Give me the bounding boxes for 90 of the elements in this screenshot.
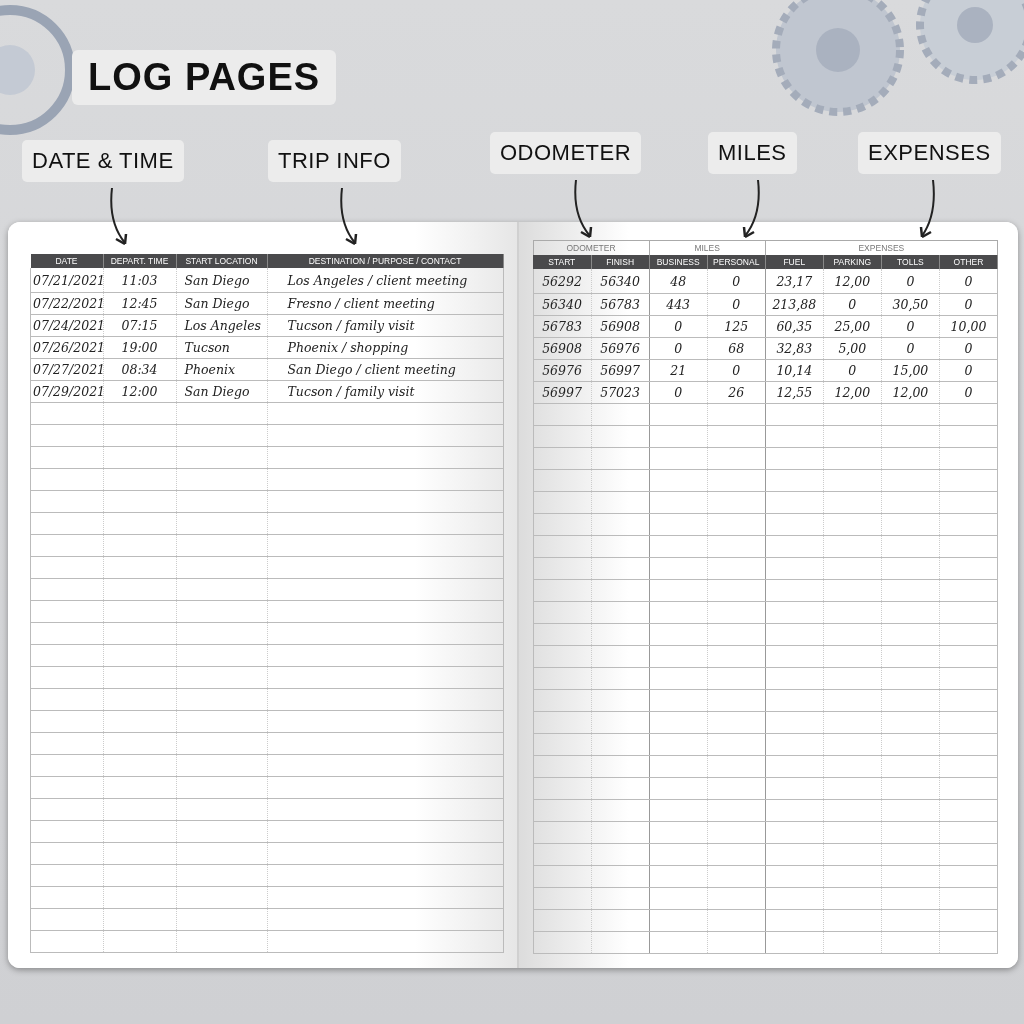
table-cell: 15,00 — [881, 359, 940, 382]
column-header: DESTINATION / PURPOSE / CONTACT — [267, 254, 503, 268]
table-cell: 56292 — [533, 269, 592, 294]
table-cell: 57023 — [591, 381, 650, 404]
table-cell: 56997 — [533, 381, 592, 404]
table-cell: San Diego — [176, 292, 267, 315]
table-cell: Tucson / family visit — [267, 314, 503, 337]
table-cell: 21 — [649, 359, 708, 382]
table-cell: 12,00 — [823, 381, 882, 404]
table-cell: 25,00 — [823, 315, 882, 338]
callout-label: ODOMETER — [490, 132, 642, 174]
column-header: FINISH — [591, 255, 650, 269]
table-cell: 07/26/2021 — [30, 336, 103, 359]
table-cell: San Diego / client meeting — [267, 358, 503, 381]
table-cell: 0 — [649, 315, 708, 338]
table-cell: 56976 — [533, 359, 592, 382]
table-cell: Fresno / client meeting — [267, 292, 503, 315]
column-header: PARKING — [823, 255, 882, 269]
table-cell: 56340 — [533, 293, 592, 316]
table-cell: 30,50 — [881, 293, 940, 316]
table-cell: 60,35 — [765, 315, 824, 338]
table-cell: Phoenix / shopping — [267, 336, 503, 359]
table-cell: 68 — [707, 337, 766, 360]
table-cell: 56976 — [591, 337, 650, 360]
table-cell: 0 — [649, 337, 708, 360]
table-cell: 0 — [823, 359, 882, 382]
table-cell: 0 — [939, 337, 998, 360]
callout-label: MILES — [708, 132, 797, 174]
table-cell: 0 — [881, 315, 940, 338]
column-header: DEPART. TIME — [103, 254, 176, 268]
table-cell: 0 — [881, 337, 940, 360]
table-cell: San Diego — [176, 268, 267, 293]
callout-label: DATE & TIME — [22, 140, 184, 182]
table-cell: 19:00 — [103, 336, 176, 359]
page-title: LOG PAGES — [72, 50, 337, 105]
table-cell: 07/21/2021 — [30, 268, 103, 293]
column-header: START LOCATION — [176, 254, 267, 268]
table-cell: 07:15 — [103, 314, 176, 337]
callout-label: TRIP INFO — [268, 140, 401, 182]
callout-label: EXPENSES — [858, 132, 1001, 174]
table-cell: 0 — [939, 293, 998, 316]
table-cell: 07/27/2021 — [30, 358, 103, 381]
table-cell: 0 — [707, 269, 766, 294]
column-header: OTHER — [939, 255, 998, 269]
table-cell: 07/22/2021 — [30, 292, 103, 315]
table-cell: 0 — [881, 269, 940, 294]
table-cell: 56783 — [591, 293, 650, 316]
table-cell: 0 — [939, 269, 998, 294]
table-cell: 56908 — [533, 337, 592, 360]
table-cell: 56997 — [591, 359, 650, 382]
table-cell: 10,00 — [939, 315, 998, 338]
table-cell: 48 — [649, 269, 708, 294]
table-cell: 0 — [707, 359, 766, 382]
table-cell: 12:00 — [103, 380, 176, 403]
table-cell: 443 — [649, 293, 708, 316]
table-cell: 5,00 — [823, 337, 882, 360]
table-cell: 0 — [649, 381, 708, 404]
table-cell: 23,17 — [765, 269, 824, 294]
table-cell: 125 — [707, 315, 766, 338]
column-header: DATE — [30, 254, 103, 268]
table-cell: 0 — [823, 293, 882, 316]
table-cell: 12:45 — [103, 292, 176, 315]
table-cell: 12,00 — [823, 269, 882, 294]
table-cell: 0 — [707, 293, 766, 316]
table-cell: Los Angeles / client meeting — [267, 268, 503, 293]
table-cell: 213,88 — [765, 293, 824, 316]
table-cell: 12,55 — [765, 381, 824, 404]
column-header: START — [533, 255, 592, 269]
table-cell: San Diego — [176, 380, 267, 403]
table-cell: 32,83 — [765, 337, 824, 360]
table-cell: 56340 — [591, 269, 650, 294]
table-cell: 12,00 — [881, 381, 940, 404]
table-cell: 10,14 — [765, 359, 824, 382]
column-header: PERSONAL — [707, 255, 766, 269]
table-cell: Los Angeles — [176, 314, 267, 337]
column-header: BUSINESS — [649, 255, 708, 269]
table-cell: 56783 — [533, 315, 592, 338]
table-cell: 26 — [707, 381, 766, 404]
table-cell: Tucson / family visit — [267, 380, 503, 403]
table-cell: Phoenix — [176, 358, 267, 381]
table-cell: 0 — [939, 381, 998, 404]
table-cell: 08:34 — [103, 358, 176, 381]
table-cell: Tucson — [176, 336, 267, 359]
table-cell: 56908 — [591, 315, 650, 338]
column-header: FUEL — [765, 255, 824, 269]
table-cell: 07/24/2021 — [30, 314, 103, 337]
table-cell: 11:03 — [103, 268, 176, 293]
column-header: TOLLS — [881, 255, 940, 269]
table-cell: 07/29/2021 — [30, 380, 103, 403]
table-cell: 0 — [939, 359, 998, 382]
